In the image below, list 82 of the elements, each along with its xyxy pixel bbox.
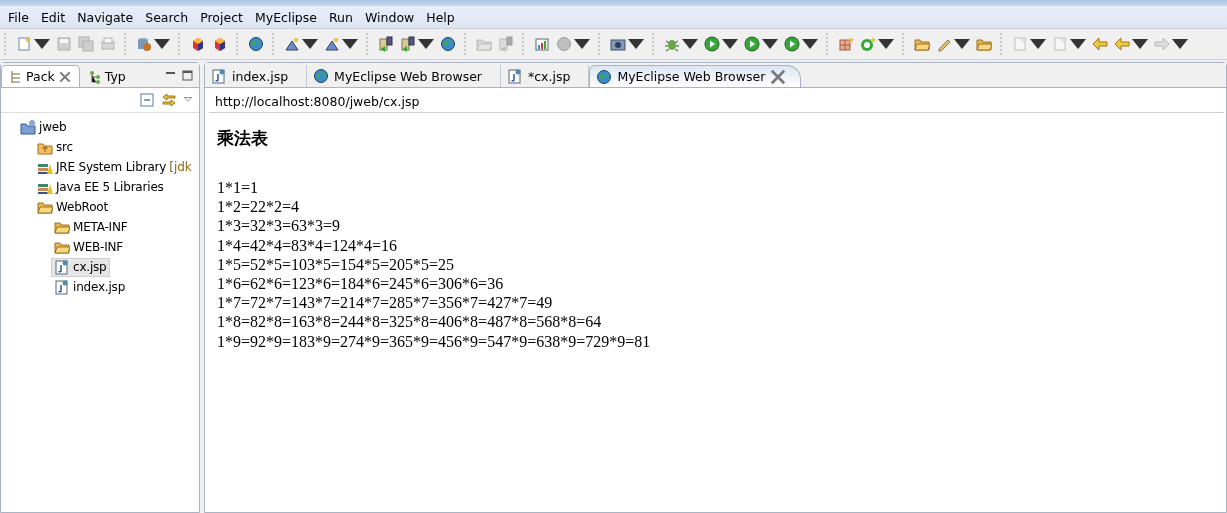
editor-tab[interactable]: index.jsp [205,65,308,87]
table-line: 1*8=82*8=163*8=244*8=325*8=406*8=487*8=568*8=64 [217,312,603,332]
jsp-file-icon [211,68,227,84]
menu-item[interactable]: Run [323,9,359,25]
tree-item[interactable]: jweb [17,117,70,137]
jsp-file-icon [54,259,70,275]
chart-icon [534,36,550,52]
menu-item[interactable]: Navigate [71,9,140,25]
view-tab[interactable]: Typ [79,65,135,87]
maximize-icon[interactable] [182,69,193,81]
folder-icon [37,199,53,215]
table-line: 1*2=22*2=4 [217,197,301,217]
folder-icon [976,36,992,52]
printer-icon [100,36,116,52]
folder-icon [54,239,70,255]
project-icon [20,119,36,135]
tree-item[interactable]: src [34,137,76,157]
page-icon [1012,36,1028,52]
tree-item[interactable]: index.jsp [51,277,129,297]
circle-icon [860,36,876,52]
page-icon [1052,36,1068,52]
run-icon [744,36,760,52]
menu-item[interactable]: File [2,9,35,25]
run-icon [704,36,720,52]
camera-icon [610,36,626,52]
menu-item[interactable]: Search [139,9,195,25]
dropdown-tool-button[interactable] [742,33,780,55]
jsp-file-icon [54,279,70,295]
table-line: 1*3=32*3=63*3=9 [217,216,342,236]
page-heading: 乘法表 [217,127,269,150]
wizard-icon [284,36,300,52]
table-line: 1*6=62*6=123*6=184*6=245*6=306*6=36 [217,274,505,294]
page-icon [16,36,32,52]
menu-item[interactable]: Help [420,9,461,25]
editor-tab[interactable]: MyEclipse Web Browser [307,65,501,87]
view-tab[interactable]: Pack [1,65,80,87]
table-line: 1*5=52*5=103*5=154*5=205*5=25 [217,254,456,274]
tool-button[interactable] [376,33,396,55]
tree-item[interactable]: JRE System Library [34,157,170,177]
close-icon[interactable] [770,68,787,85]
tree-item[interactable]: META-INF [51,217,131,237]
table-line: 1*7=72*7=143*7=214*7=285*7=356*7=427*7=49 [217,293,554,313]
editor-tab[interactable]: *cx.jsp [501,65,590,87]
jsp-file-icon [507,68,523,84]
tree-item[interactable]: Java EE 5 Libraries [34,177,167,197]
save-icon [56,36,72,52]
run-icon [784,36,800,52]
server-icon [498,36,514,52]
menu-item[interactable]: MyEclipse [248,9,323,25]
dropdown-tool-button[interactable] [702,33,740,55]
tree-item[interactable]: WebRoot [34,197,111,217]
close-icon[interactable] [58,69,71,84]
table-line: 1*4=42*4=83*4=124*4=16 [217,235,399,255]
grid-icon [838,36,854,52]
folder-icon [54,219,70,235]
package-icon [10,69,22,84]
menu-item[interactable]: Window [358,9,421,25]
menu-item[interactable]: Edit [34,9,72,25]
table-line: 1*9=92*9=183*9=274*9=365*9=456*9=547*9=638*9=729*9=81 [217,331,652,351]
collapse-all-icon[interactable] [139,92,155,108]
editor-tab[interactable]: MyEclipse Web Browser [589,65,802,87]
cube-icon [190,36,206,52]
tree-item[interactable]: cx.jsp [51,257,110,277]
wizard-icon [324,36,340,52]
server-icon [378,36,394,52]
link-arrows-icon[interactable] [161,92,177,108]
dropdown-tool-button[interactable] [782,33,820,55]
tree-item-decoration: [jdk [169,160,192,174]
forward-arrow-icon [1154,36,1170,52]
menu-item[interactable]: Project [194,9,249,25]
save-all-icon [78,36,94,52]
folder-icon [914,36,930,52]
tree-item[interactable]: WEB-INF [51,237,127,257]
dropdown-tool-button[interactable] [398,33,436,55]
cube-icon [212,36,228,52]
back-arrow-icon [1114,36,1130,52]
folder-icon [476,36,492,52]
hierarchy-icon [88,69,101,84]
back-arrow-icon [1092,36,1108,52]
table-line: 1*1=1 [217,178,260,198]
server-icon [400,36,416,52]
database-icon [136,36,152,52]
